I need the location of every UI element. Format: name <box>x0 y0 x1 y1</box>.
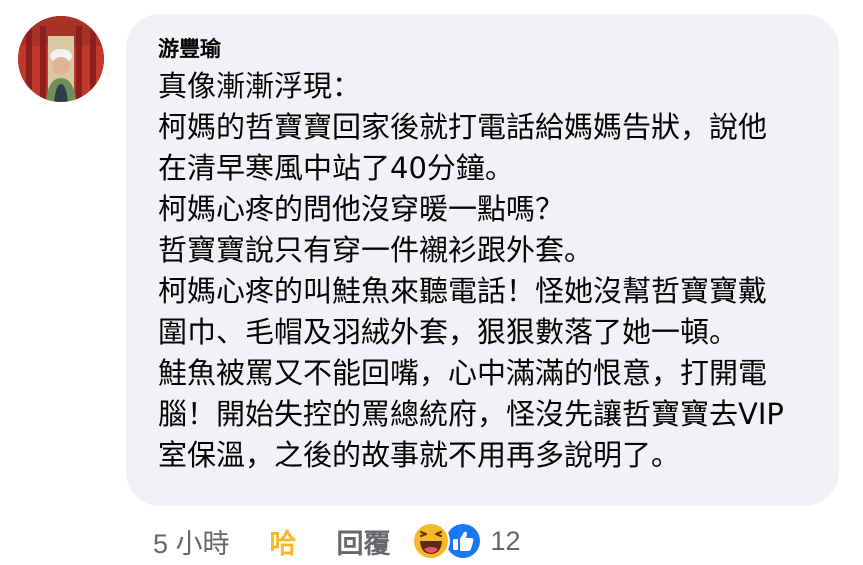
timestamp-link[interactable]: 5 小時 <box>153 522 230 561</box>
comment-line: 鮭魚被罵又不能回嘴，心中滿滿的恨意，打開電 <box>158 356 768 390</box>
react-button[interactable]: 哈 <box>270 522 297 561</box>
comment-line: 腦！開始失控的罵總統府，怪沒先讓哲寶寶去VIP <box>158 397 784 431</box>
comment-line: 室保溫，之後的故事就不用再多說明了。 <box>158 438 681 472</box>
comment-actions: 5 小時 哈 回覆 12 <box>153 521 521 561</box>
avatar[interactable] <box>18 16 104 102</box>
reaction-count: 12 <box>490 525 521 556</box>
avatar-photo-icon <box>18 16 104 102</box>
comment-text: 真像漸漸浮現： 柯媽的哲寶寶回家後就打電話給媽媽告狀，說他 在清早寒風中站了40… <box>158 66 819 476</box>
comment-line: 圍巾、毛帽及羽絨外套，狠狠數落了她一頓。 <box>158 315 739 349</box>
reactions-summary[interactable]: 12 <box>411 521 521 561</box>
author-name[interactable]: 游豐瑜 <box>158 36 221 64</box>
comment-line: 真像漸漸浮現： <box>158 69 362 103</box>
comment-line: 柯媽心疼的問他沒穿暖一點嗎？ <box>158 192 565 226</box>
comment: 游豐瑜 真像漸漸浮現： 柯媽的哲寶寶回家後就打電話給媽媽告狀，說他 在清早寒風中… <box>0 0 863 565</box>
haha-icon <box>411 522 450 560</box>
reaction-icons <box>411 521 485 561</box>
reply-button[interactable]: 回覆 <box>337 522 391 561</box>
comment-line: 柯媽的哲寶寶回家後就打電話給媽媽告狀，說他 <box>158 110 768 144</box>
comment-line: 哲寶寶說只有穿一件襯衫跟外套。 <box>158 233 594 267</box>
comment-line: 在清早寒風中站了40分鐘。 <box>158 151 514 185</box>
comment-bubble: 游豐瑜 真像漸漸浮現： 柯媽的哲寶寶回家後就打電話給媽媽告狀，說他 在清早寒風中… <box>126 14 839 506</box>
comment-line: 柯媽心疼的叫鮭魚來聽電話！怪她沒幫哲寶寶戴 <box>158 274 768 308</box>
